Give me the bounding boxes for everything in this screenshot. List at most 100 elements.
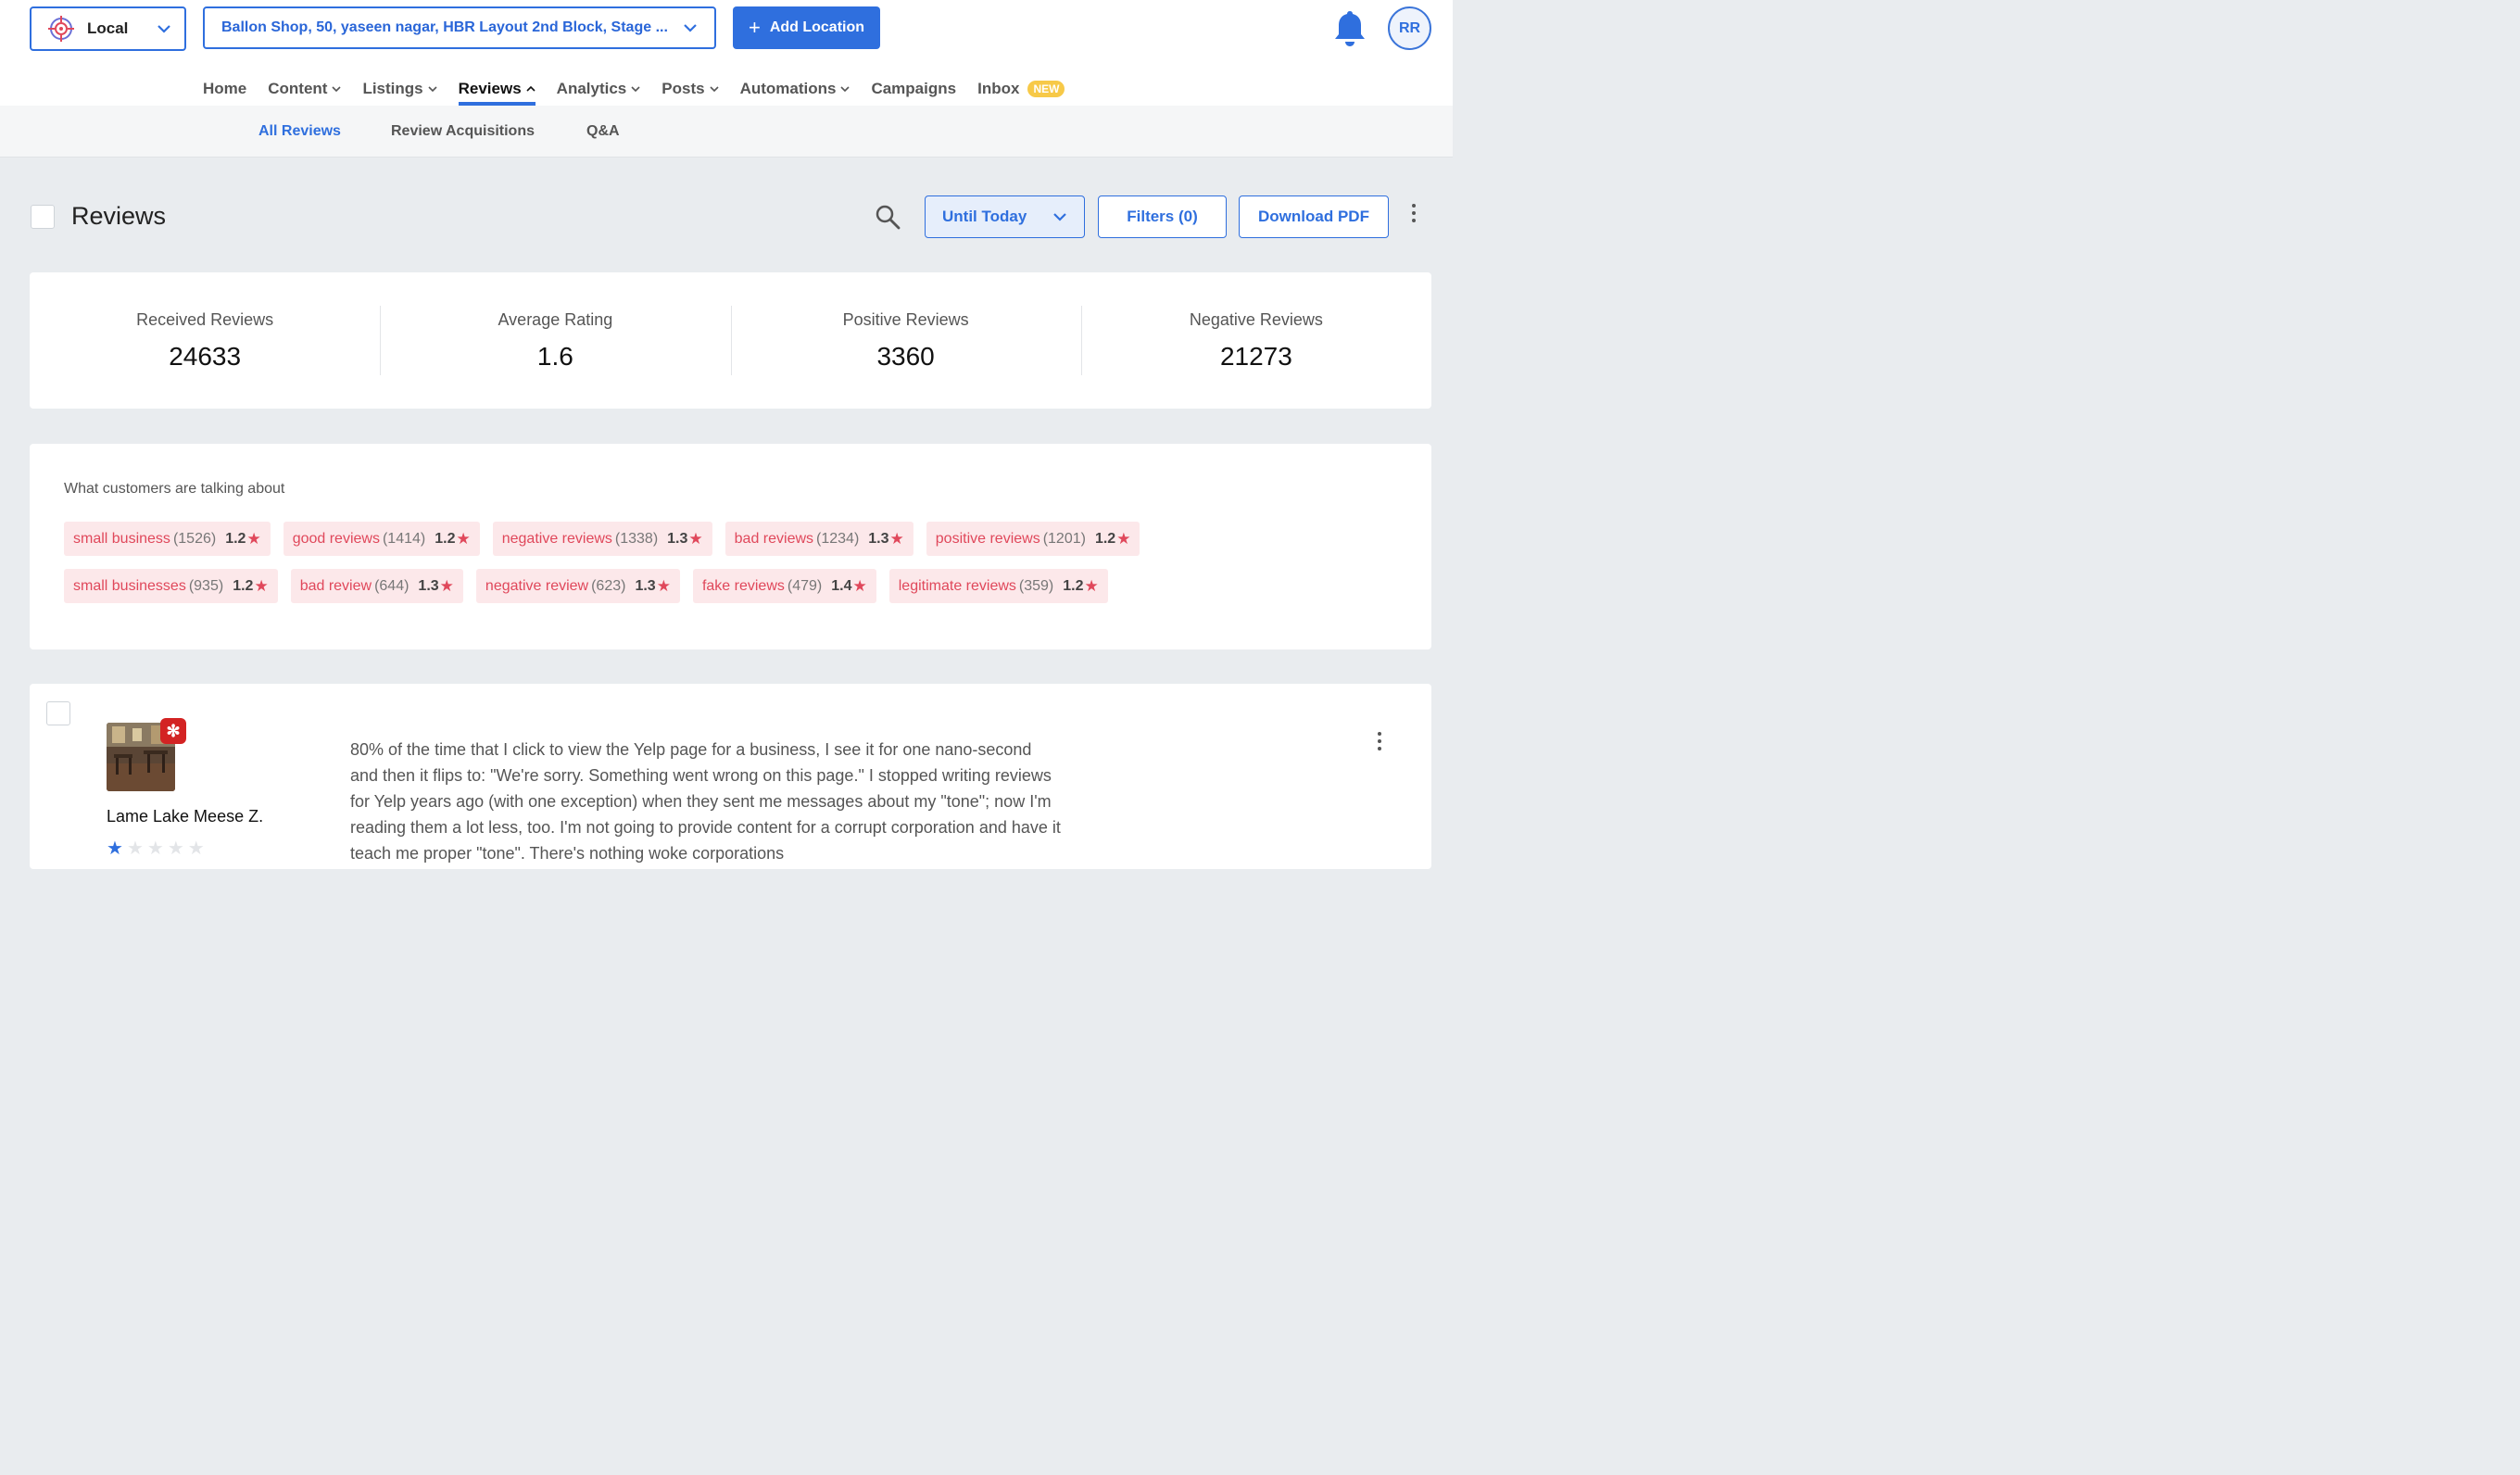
topic-chip[interactable]: fake reviews (479) 1.4 ★ (692, 569, 876, 603)
star-empty-icon: ★ (187, 838, 208, 859)
bell-icon[interactable] (1332, 9, 1367, 48)
select-all-checkbox[interactable] (31, 205, 55, 229)
stat-label: Average Rating (498, 310, 613, 329)
star-empty-icon: ★ (146, 838, 168, 859)
stats-card: Received Reviews 24633 Average Rating 1.… (30, 272, 1431, 409)
tab-review-acquisitions[interactable]: Review Acquisitions (391, 123, 535, 140)
page-title: Reviews (71, 202, 167, 230)
date-range-select[interactable]: Until Today (925, 195, 1085, 238)
stat-positive-reviews: Positive Reviews 3360 (730, 272, 1081, 409)
nav-item-posts[interactable]: Posts (662, 65, 719, 106)
star-icon: ★ (1084, 576, 1099, 595)
reviewer-name: Lame Lake Meese Z. (107, 807, 264, 826)
chevron-down-icon (631, 86, 640, 93)
topic-chip[interactable]: bad review (644) 1.3 ★ (290, 569, 463, 603)
topic-rating: 1.2 (1063, 577, 1084, 594)
nav-item-label: Analytics (556, 80, 627, 97)
brand-selector-label: Local (87, 19, 129, 37)
stat-value: 21273 (1219, 342, 1292, 371)
topic-chip[interactable]: good reviews (1414) 1.2 ★ (283, 522, 480, 556)
topic-rating: 1.3 (635, 577, 656, 594)
crosshair-logo-icon (48, 16, 74, 42)
nav-item-label: Home (203, 80, 247, 97)
topic-count: (644) (374, 577, 410, 594)
topic-chip[interactable]: small businesses (935) 1.2 ★ (64, 569, 278, 603)
add-location-label: Add Location (769, 19, 865, 35)
topic-term: fake reviews (701, 577, 785, 594)
topic-rating: 1.3 (667, 530, 688, 547)
topic-chip[interactable]: small business (1526) 1.2 ★ (64, 522, 271, 556)
topic-term: bad review (299, 577, 372, 594)
add-location-button[interactable]: + Add Location (733, 6, 880, 49)
topic-rating: 1.2 (435, 530, 456, 547)
topic-count: (1526) (172, 530, 217, 547)
nav-item-home[interactable]: Home (203, 65, 246, 106)
topic-count: (1414) (382, 530, 426, 547)
stat-value: 1.6 (536, 342, 573, 371)
brand-selector[interactable]: Local (30, 6, 186, 51)
stat-label: Negative Reviews (1189, 310, 1323, 329)
topic-term: negative review (485, 577, 589, 594)
nav-item-label: Inbox (977, 80, 1020, 97)
more-options-icon[interactable] (1411, 204, 1417, 222)
top-header: Local Ballon Shop, 50, yaseen nagar, HBR… (0, 0, 1453, 106)
topic-count: (623) (591, 577, 626, 594)
location-selector-label: Ballon Shop, 50, yaseen nagar, HBR Layou… (221, 19, 668, 35)
stat-value: 3360 (876, 342, 935, 371)
nav-item-inbox[interactable]: Inbox NEW (977, 65, 1065, 106)
star-icon: ★ (852, 576, 867, 595)
filters-button[interactable]: Filters (0) (1098, 195, 1227, 238)
topic-count: (1201) (1042, 530, 1086, 547)
download-pdf-button[interactable]: Download PDF (1239, 195, 1389, 238)
topic-chip-row: small business (1526) 1.2 ★ good reviews (141… (64, 522, 1361, 556)
topic-chips: small business (1526) 1.2 ★ good reviews (141… (64, 522, 1361, 616)
nav-item-reviews[interactable]: Reviews (458, 65, 536, 106)
tab-all-reviews[interactable]: All Reviews (258, 123, 341, 140)
nav-item-label: Posts (662, 80, 705, 97)
plus-icon: + (748, 16, 761, 39)
star-icon: ★ (889, 529, 904, 548)
review-checkbox[interactable] (46, 701, 70, 725)
main-nav: Home Content Listings Reviews Analytics Posts… (203, 65, 1086, 106)
nav-item-label: Campaigns (871, 80, 957, 97)
chevron-down-icon (428, 86, 437, 93)
chevron-down-icon (709, 86, 719, 93)
date-range-label: Until Today (942, 208, 1027, 225)
search-icon[interactable] (875, 204, 901, 230)
nav-item-label: Content (268, 80, 328, 97)
sub-nav: All Reviews Review Acquisitions Q&A (0, 106, 1453, 158)
star-icon: ★ (688, 529, 703, 548)
star-icon: ★ (246, 529, 261, 548)
topic-chip[interactable]: negative review (623) 1.3 ★ (475, 569, 680, 603)
review-card: ✻ Lame Lake Meese Z. ★★★★★ 80% of the ti… (30, 684, 1431, 869)
nav-item-label: Reviews (458, 80, 522, 97)
topic-rating: 1.4 (831, 577, 852, 594)
topic-chip[interactable]: legitimate reviews (359) 1.2 ★ (888, 569, 1108, 603)
avatar[interactable]: RR (1388, 6, 1431, 50)
star-empty-icon: ★ (126, 838, 147, 859)
review-more-options-icon[interactable] (1377, 732, 1382, 750)
topic-count: (1234) (816, 530, 860, 547)
topic-term: bad reviews (734, 530, 814, 547)
star-empty-icon: ★ (167, 838, 188, 859)
location-selector[interactable]: Ballon Shop, 50, yaseen nagar, HBR Layou… (203, 6, 716, 49)
topic-count: (479) (787, 577, 823, 594)
nav-item-automations[interactable]: Automations (740, 65, 850, 106)
topics-title: What customers are talking about (64, 481, 285, 497)
topic-term: legitimate reviews (898, 577, 1016, 594)
nav-item-listings[interactable]: Listings (362, 65, 437, 106)
stat-value: 24633 (169, 342, 242, 371)
nav-item-campaigns[interactable]: Campaigns (871, 65, 956, 106)
topics-card: What customers are talking about small b… (30, 444, 1431, 649)
topic-chip[interactable]: positive reviews (1201) 1.2 ★ (926, 522, 1140, 556)
topic-term: good reviews (292, 530, 380, 547)
topic-chip[interactable]: bad reviews (1234) 1.3 ★ (724, 522, 914, 556)
topic-chip[interactable]: negative reviews (1338) 1.3 ★ (492, 522, 712, 556)
nav-item-analytics[interactable]: Analytics (557, 65, 641, 106)
nav-item-label: Automations (739, 80, 837, 97)
topic-term: negative reviews (501, 530, 612, 547)
topic-term: small business (73, 530, 170, 547)
chevron-down-icon (684, 24, 697, 32)
nav-item-content[interactable]: Content (268, 65, 342, 106)
tab-qa[interactable]: Q&A (586, 123, 620, 140)
